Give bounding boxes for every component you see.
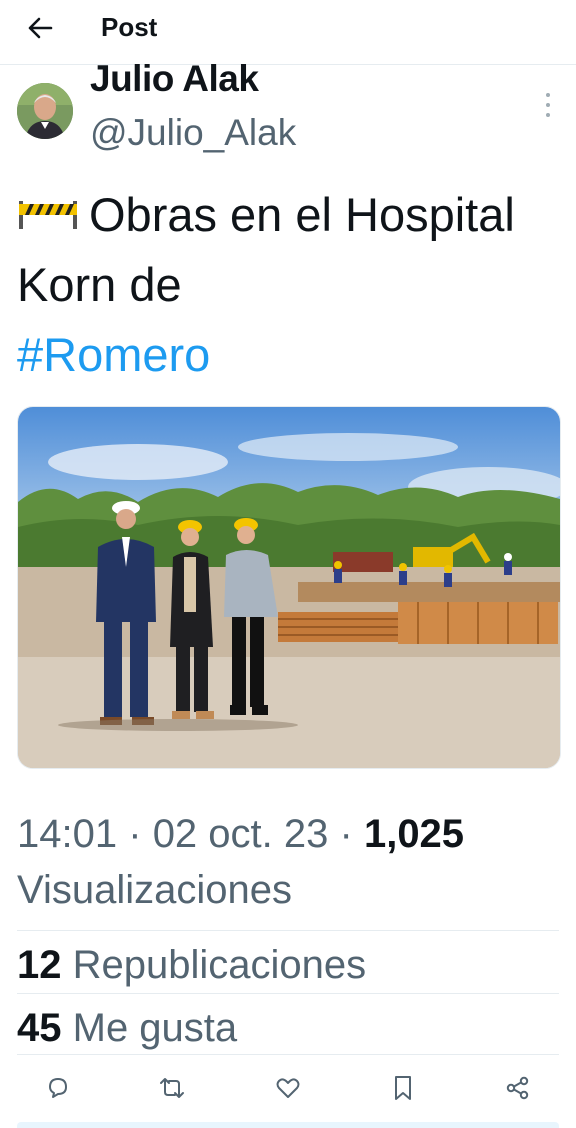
bookmark-icon <box>395 1076 411 1100</box>
more-dot-icon <box>546 103 550 107</box>
tweet-text: Obras en el Hospital Korn de #Romero <box>17 180 557 390</box>
construction-barrier-emoji <box>19 200 77 229</box>
reply-button[interactable] <box>38 1068 78 1108</box>
arrow-left-icon <box>28 17 53 39</box>
divider <box>17 930 559 931</box>
bookmark-button[interactable] <box>383 1068 423 1108</box>
likes-label: Me gusta <box>72 1006 238 1050</box>
likes-stat[interactable]: 45 Me gusta <box>17 1006 237 1051</box>
construction-site-photo <box>18 407 560 768</box>
reposts-label: Republicaciones <box>72 943 367 987</box>
tweet-time[interactable]: 14:01 <box>17 812 117 856</box>
tweet-photo[interactable] <box>17 406 561 769</box>
share-button[interactable] <box>498 1068 538 1108</box>
hashtag-link[interactable]: #Romero <box>17 328 210 381</box>
repost-icon <box>160 1078 184 1098</box>
more-dot-icon <box>546 93 550 97</box>
tweet-body: Obras en el Hospital Korn de <box>17 188 515 311</box>
reposts-stat[interactable]: 12 Republicaciones <box>17 943 366 988</box>
divider <box>17 1054 559 1055</box>
tweet-meta: 14:01 · 02 oct. 23 · 1,025 Visualizacion… <box>17 806 562 918</box>
repost-button[interactable] <box>152 1068 192 1108</box>
meta-separator: · <box>339 812 353 856</box>
divider <box>17 993 559 994</box>
more-dot-icon <box>546 113 550 117</box>
author-handle[interactable]: @Julio_Alak <box>90 112 296 154</box>
reposts-count: 12 <box>17 943 62 987</box>
avatar[interactable] <box>17 83 73 139</box>
bottom-strip <box>17 1122 559 1128</box>
back-button[interactable] <box>24 12 56 44</box>
heart-icon <box>276 1078 300 1098</box>
page-title: Post <box>101 12 158 42</box>
meta-separator: · <box>128 812 142 856</box>
views-label: Visualizaciones <box>17 868 292 912</box>
share-icon <box>506 1076 529 1100</box>
likes-count: 45 <box>17 1006 62 1050</box>
reply-icon <box>49 1078 67 1098</box>
more-options-button[interactable] <box>538 93 558 117</box>
tweet-date[interactable]: 02 oct. 23 <box>153 812 329 856</box>
top-bar: Post <box>0 0 576 65</box>
action-bar <box>0 1068 576 1112</box>
views-count: 1,025 <box>363 812 465 856</box>
like-button[interactable] <box>268 1068 308 1108</box>
author-name[interactable]: Julio Alak <box>90 58 259 100</box>
